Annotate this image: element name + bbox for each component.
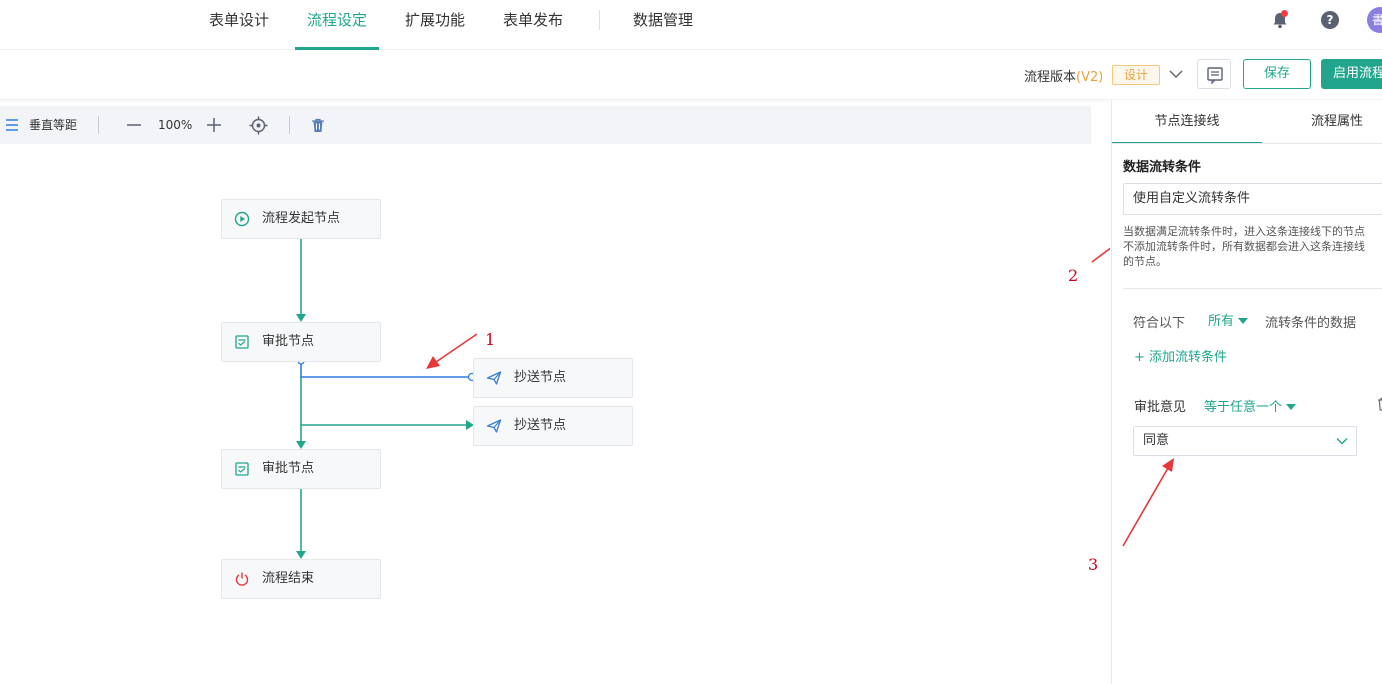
align-vertical-icon[interactable] — [5, 118, 19, 132]
cc-node[interactable]: 抄送节点 — [473, 358, 633, 398]
hint-text: 当数据满足流转条件时，进入这条连接线下的节点 不添加流转条件时，所有数据都会进入… — [1123, 224, 1382, 269]
rule-suffix: 流转条件的数据 — [1265, 316, 1357, 331]
rule-match-value: 所有 — [1208, 314, 1235, 329]
tab-node-connector[interactable]: 节点连接线 — [1112, 100, 1262, 144]
version-number: (V2) — [1076, 70, 1104, 85]
rule-match-dropdown[interactable]: 所有 — [1208, 310, 1249, 329]
tab-process-properties[interactable]: 流程属性 — [1262, 100, 1382, 144]
cc-node[interactable]: 抄送节点 — [473, 406, 633, 446]
condition-value: 同意 — [1143, 433, 1170, 448]
node-label: 流程结束 — [262, 571, 315, 586]
process-header: 流程版本(V2) 设计 保存 启用流程 — [0, 51, 1382, 100]
zoom-level: 100% — [158, 118, 193, 132]
hint-line: 当数据满足流转条件时，进入这条连接线下的节点 — [1123, 225, 1365, 238]
hint-line: 的节点。 — [1123, 255, 1167, 268]
flow-connectors — [296, 239, 1110, 559]
approval-node[interactable]: 审批节点 — [221, 322, 381, 362]
divider — [1123, 288, 1382, 289]
annotation-arrow-3 — [1122, 458, 1174, 547]
condition-operator-dropdown[interactable]: 等于任意一个 — [1204, 396, 1297, 415]
tabs-divider — [1112, 143, 1382, 144]
node-label: 抄送节点 — [514, 418, 567, 433]
tab-form-publish[interactable]: 表单发布 — [501, 0, 565, 50]
save-button[interactable]: 保存 — [1243, 59, 1311, 89]
properties-panel: 节点连接线 流程属性 数据流转条件 使用自定义流转条件 当数据满足流转条件时，进… — [1111, 100, 1382, 684]
node-label: 审批节点 — [262, 461, 315, 476]
status-badge: 设计 — [1112, 65, 1160, 85]
chevron-down-icon[interactable] — [1168, 66, 1184, 82]
top-navigation: 表单设计 流程设定 扩展功能 表单发布 数据管理 ? 書 — [0, 0, 1382, 50]
play-icon — [234, 211, 250, 227]
caret-down-icon — [1238, 318, 1249, 324]
condition-mode-select[interactable]: 使用自定义流转条件 — [1123, 183, 1382, 215]
zoom-out-icon[interactable] — [126, 118, 142, 132]
help-icon[interactable]: ? — [1321, 11, 1339, 29]
condition-operator-value: 等于任意一个 — [1204, 400, 1283, 415]
end-node[interactable]: 流程结束 — [221, 559, 381, 599]
annotation-label: 3 — [1088, 555, 1099, 574]
delete-condition-icon[interactable] — [1377, 397, 1382, 411]
tab-form-design[interactable]: 表单设计 — [207, 0, 271, 50]
node-label: 审批节点 — [262, 334, 315, 349]
approval-icon — [235, 462, 249, 476]
node-label: 流程发起节点 — [262, 211, 341, 226]
condition-field: 审批意见 — [1134, 400, 1187, 415]
approval-node[interactable]: 审批节点 — [221, 449, 381, 489]
condition-mode-value: 使用自定义流转条件 — [1133, 191, 1251, 206]
trash-icon[interactable] — [311, 118, 325, 133]
power-icon — [235, 572, 249, 586]
locate-icon[interactable] — [249, 116, 268, 135]
annotation-label: 1 — [485, 330, 496, 349]
enable-process-button[interactable]: 启用流程 — [1321, 59, 1382, 89]
section-title: 数据流转条件 — [1123, 160, 1202, 175]
hint-line: 不添加流转条件时，所有数据都会进入这条连接线 — [1123, 240, 1365, 253]
comment-icon — [1207, 67, 1223, 85]
version-text: 流程版本 — [1024, 70, 1077, 85]
chevron-down-icon — [1336, 438, 1348, 445]
tab-extensions[interactable]: 扩展功能 — [403, 0, 467, 50]
tab-data-management[interactable]: 数据管理 — [631, 0, 695, 50]
avatar[interactable]: 書 — [1367, 7, 1382, 33]
version-label: 流程版本(V2) — [1024, 66, 1103, 85]
caret-down-icon — [1286, 404, 1297, 410]
rule-prefix: 符合以下 — [1133, 316, 1186, 331]
tab-process-settings[interactable]: 流程设定 — [295, 0, 379, 50]
approval-icon — [235, 335, 249, 349]
start-node[interactable]: 流程发起节点 — [221, 199, 381, 239]
annotation-arrows — [426, 247, 1110, 369]
send-icon — [486, 371, 502, 385]
notes-button[interactable] — [1197, 59, 1231, 89]
canvas-toolbar: 垂直等距 100% — [0, 106, 1091, 144]
nav-divider — [599, 10, 600, 30]
send-icon — [486, 419, 502, 433]
notification-dot — [1281, 10, 1288, 17]
add-condition-button[interactable]: + 添加流转条件 — [1134, 346, 1227, 365]
zoom-in-icon[interactable] — [206, 117, 222, 133]
vertical-spacing-button[interactable]: 垂直等距 — [29, 106, 77, 144]
toolbar-divider — [98, 116, 99, 134]
toolbar-divider — [289, 116, 290, 134]
node-label: 抄送节点 — [514, 370, 567, 385]
annotation-label: 2 — [1068, 266, 1079, 285]
